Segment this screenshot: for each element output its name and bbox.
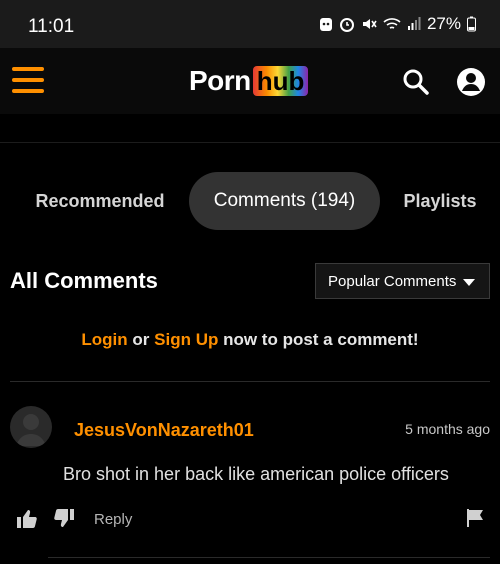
login-prompt: Login or Sign Up now to post a comment!: [0, 330, 500, 350]
tab-comments[interactable]: Comments (194): [189, 172, 380, 230]
site-logo[interactable]: Porn hub: [189, 65, 309, 97]
content-tabs: Recommended Comments (194) Playlists: [0, 172, 500, 232]
thumbs-up-icon[interactable]: [16, 508, 38, 530]
signup-link[interactable]: Sign Up: [154, 330, 218, 349]
status-icons: 27%: [319, 14, 476, 34]
login-prompt-text: now to post a comment!: [223, 330, 419, 349]
signal-icon: [407, 17, 421, 30]
reply-button[interactable]: Reply: [94, 511, 132, 528]
comment-timestamp: 5 months ago: [405, 421, 490, 437]
comment-text: Bro shot in her back like american polic…: [63, 464, 449, 484]
menu-icon[interactable]: [12, 67, 44, 93]
tab-recommended[interactable]: Recommended: [20, 172, 180, 230]
mute-icon: [362, 19, 377, 29]
user-icon[interactable]: [456, 67, 486, 97]
comment-username[interactable]: JesusVonNazareth01: [74, 420, 254, 441]
wifi-icon: [383, 18, 401, 29]
battery-icon: [467, 16, 476, 32]
comments-heading: All Comments: [10, 268, 158, 293]
app-header: Porn hub: [0, 48, 500, 114]
header-divider: [0, 142, 500, 143]
logo-text-left: Porn: [189, 65, 251, 96]
login-link[interactable]: Login: [81, 330, 127, 349]
alarm-icon: [339, 18, 354, 32]
comments-divider: [10, 381, 490, 382]
status-bar: 11:01 27%: [0, 0, 500, 48]
chevron-down-icon: [463, 279, 475, 286]
search-icon[interactable]: [402, 68, 430, 96]
comment-actions: Reply: [0, 506, 500, 536]
comment-sort-dropdown[interactable]: Popular Comments: [315, 263, 490, 299]
comment-divider: [48, 557, 490, 558]
notification-icon: [319, 18, 332, 31]
flag-icon[interactable]: [466, 508, 484, 528]
thumbs-down-icon[interactable]: [53, 507, 75, 529]
logo-text-right: hub: [252, 66, 309, 96]
battery-percent: 27%: [426, 14, 461, 33]
avatar[interactable]: [10, 406, 52, 448]
tab-playlists[interactable]: Playlists: [390, 172, 490, 230]
default-avatar-icon: [16, 414, 46, 446]
status-time: 11:01: [28, 16, 75, 37]
login-or-text: or: [132, 330, 150, 349]
sort-selected-label: Popular Comments: [328, 273, 457, 290]
